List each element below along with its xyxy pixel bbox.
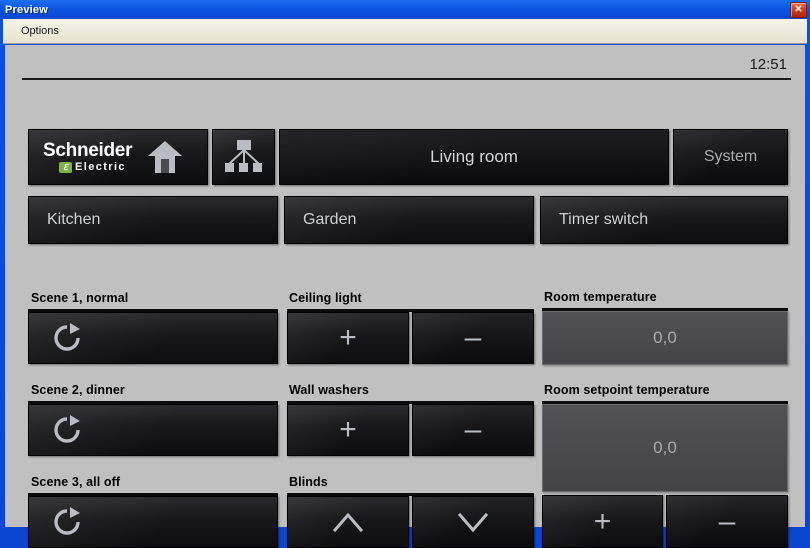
scene-2-button[interactable] (28, 404, 278, 456)
chevron-up-icon (331, 509, 365, 535)
home-icon (146, 139, 184, 175)
scene-recall-icon (51, 414, 83, 446)
scene-3-button[interactable] (28, 496, 278, 548)
ceiling-light-label: Ceiling light (289, 291, 362, 305)
wall-washers-down-button[interactable]: – (412, 404, 534, 456)
preview-window: Preview ✕ Options 12:51 Schneider ℇ Elec… (0, 0, 810, 548)
titlebar: Preview ✕ (0, 0, 810, 19)
ceiling-light-down-button[interactable]: – (412, 312, 534, 364)
ceiling-light-controls: + – (287, 312, 534, 364)
blinds-up-button[interactable] (287, 496, 409, 548)
setpoint-up-button[interactable]: + (542, 495, 663, 548)
scene-recall-icon (51, 322, 83, 354)
blinds-controls (287, 496, 534, 548)
menu-item-options[interactable]: Options (13, 23, 67, 39)
plus-icon: + (339, 321, 357, 354)
room-temperature-value: 0,0 (653, 328, 677, 347)
wall-washers-up-button[interactable]: + (287, 404, 409, 456)
scene-2-label: Scene 2, dinner (31, 383, 125, 397)
scene-1-button[interactable] (28, 312, 278, 364)
clock: 12:51 (749, 56, 787, 73)
tab-kitchen-label: Kitchen (47, 211, 101, 228)
schneider-lifecycle-icon: ℇ (59, 162, 72, 173)
tab-timer-switch-label: Timer switch (559, 211, 649, 228)
brand-text: Schneider ℇ Electric (43, 141, 132, 173)
blinds-down-button[interactable] (412, 496, 534, 548)
window-title: Preview (5, 3, 48, 16)
client-area: 12:51 Schneider ℇ Electric Living room S… (5, 45, 805, 548)
room-temperature-label: Room temperature (544, 290, 657, 304)
header-divider (22, 78, 791, 80)
wall-washers-controls: + – (287, 404, 534, 456)
room-title-button[interactable]: Living room (279, 129, 669, 185)
setpoint-temperature-value: 0,0 (653, 438, 677, 457)
tab-garden[interactable]: Garden (284, 196, 534, 244)
brand-name-line2: Electric (75, 161, 126, 173)
page-title: Living room (430, 147, 518, 166)
scene-3-label: Scene 3, all off (31, 475, 121, 489)
brand-home-button[interactable]: Schneider ℇ Electric (28, 129, 208, 185)
plus-icon: + (593, 504, 612, 538)
tab-timer-switch[interactable]: Timer switch (540, 196, 788, 244)
minus-icon: – (464, 413, 482, 446)
blinds-label: Blinds (289, 475, 328, 489)
room-temperature-value-field: 0,0 (542, 311, 788, 365)
tab-garden-label: Garden (303, 211, 357, 228)
brand-name-line2-wrap: ℇ Electric (59, 162, 132, 173)
plus-icon: + (339, 413, 357, 446)
tab-kitchen[interactable]: Kitchen (28, 196, 278, 244)
setpoint-down-button[interactable]: – (666, 495, 788, 548)
setpoint-temperature-label: Room setpoint temperature (544, 383, 710, 397)
system-button[interactable]: System (673, 129, 788, 185)
system-button-label: System (703, 148, 758, 165)
menubar: Options (3, 19, 807, 44)
scene-recall-icon (51, 506, 83, 538)
setpoint-temperature-value-field: 0,0 (542, 404, 788, 492)
chevron-down-icon (456, 509, 490, 535)
wall-washers-label: Wall washers (289, 383, 369, 397)
minus-icon: – (718, 504, 736, 538)
hierarchy-button[interactable] (212, 129, 275, 185)
ceiling-light-up-button[interactable]: + (287, 312, 409, 364)
minus-icon: – (464, 321, 482, 354)
brand-logo: Schneider ℇ Electric (43, 139, 184, 175)
setpoint-controls: + – (542, 495, 788, 548)
close-icon[interactable]: ✕ (790, 1, 807, 18)
brand-name-line1: Schneider (43, 140, 133, 161)
hierarchy-tree-icon (224, 139, 264, 175)
scene-1-label: Scene 1, normal (31, 291, 129, 305)
